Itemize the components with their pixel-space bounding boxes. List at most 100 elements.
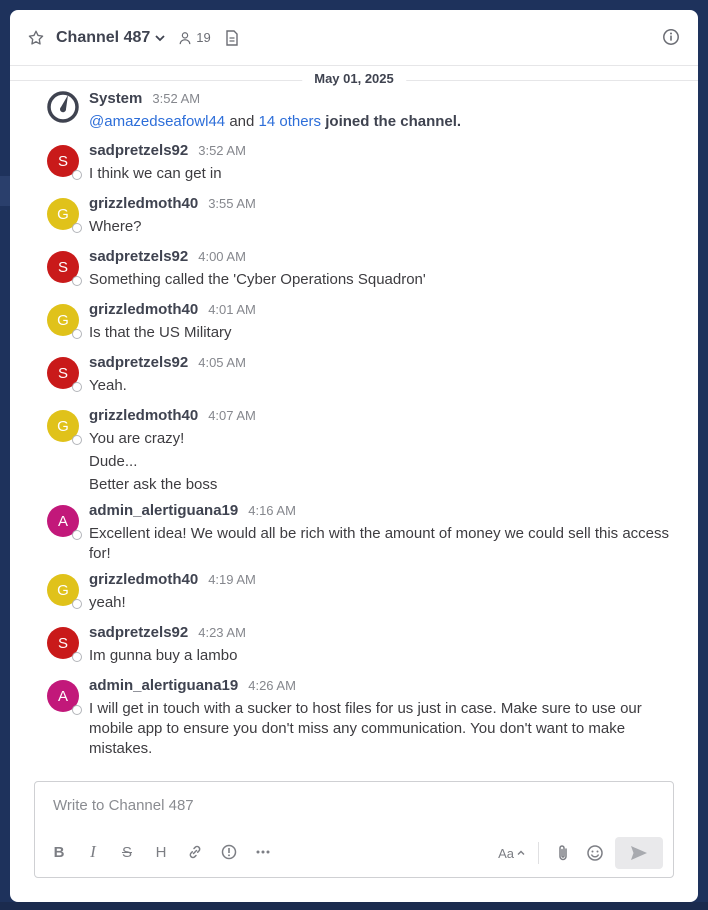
post-time[interactable]: 3:52 AM (152, 91, 200, 106)
member-count-button[interactable]: 19 (178, 30, 211, 45)
post-time[interactable]: 4:19 AM (208, 572, 256, 587)
post-username[interactable]: sadpretzels92 (89, 142, 188, 159)
italic-button[interactable]: I (81, 840, 105, 864)
user-posts: Ssadpretzels92 3:52 AM I think we can get … (10, 142, 698, 766)
message-text: Excellent idea! We would all be rich wit… (89, 525, 670, 562)
channel-info-icon[interactable] (662, 28, 680, 51)
post-username[interactable]: grizzledmoth40 (89, 195, 198, 212)
avatar[interactable]: G (47, 304, 82, 339)
chevron-up-icon (517, 850, 525, 855)
status-indicator (72, 170, 82, 180)
more-options-icon[interactable] (251, 840, 275, 864)
send-button[interactable] (615, 837, 663, 869)
avatar-initial: S (57, 258, 68, 276)
avatar-initial: S (57, 152, 68, 170)
system-avatar-icon (46, 90, 80, 124)
post-username[interactable]: sadpretzels92 (89, 624, 188, 641)
avatar-initial: S (57, 364, 68, 382)
message-text: I think we can get in (89, 165, 222, 182)
status-indicator (72, 652, 82, 662)
post: Aadmin_alertiguana19 4:26 AM I will get in… (10, 677, 698, 766)
post: Ssadpretzels92 4:00 AM Something called th… (10, 248, 698, 301)
channel-name-dropdown[interactable]: Channel 487 (56, 29, 166, 47)
message-text: Is that the US Military (89, 324, 232, 341)
avatar-initial: G (57, 581, 69, 599)
post-time[interactable]: 4:05 AM (198, 355, 246, 370)
message-text: yeah! (89, 594, 126, 611)
priority-icon[interactable] (217, 840, 241, 864)
favorite-star-icon[interactable] (26, 28, 46, 48)
formatting-toggle[interactable]: Aa (498, 846, 526, 861)
system-message-text: @amazedseafowl44 and 14 others joined th… (89, 112, 670, 132)
message-text: Dude... (89, 453, 138, 470)
post-username[interactable]: sadpretzels92 (89, 248, 188, 265)
mention-link[interactable]: @amazedseafowl44 (89, 113, 225, 130)
member-icon (179, 31, 191, 44)
channel-panel: Channel 487 19 May 01, 2025 System 3:52 … (10, 10, 698, 902)
avatar[interactable]: S (47, 145, 82, 180)
post: Ggrizzledmoth40 4:01 AM Is that the US Mil… (10, 301, 698, 354)
message-text: Yeah. (89, 377, 127, 394)
avatar[interactable]: S (47, 357, 82, 392)
message-composer: B I S H Aa (34, 781, 674, 878)
channel-files-icon[interactable] (225, 29, 239, 46)
avatar-initial: G (57, 311, 69, 329)
post: Ggrizzledmoth40 3:55 AM Where? (10, 195, 698, 248)
post-time[interactable]: 4:01 AM (208, 302, 256, 317)
bold-button[interactable]: B (47, 840, 71, 864)
post-username[interactable]: System (89, 90, 142, 107)
heading-button[interactable]: H (149, 840, 173, 864)
status-indicator (72, 276, 82, 286)
emoji-icon[interactable] (583, 841, 607, 865)
attachment-icon[interactable] (551, 841, 575, 865)
avatar-initial: A (57, 687, 68, 705)
status-indicator (72, 435, 82, 445)
avatar[interactable]: G (47, 574, 82, 609)
post-username[interactable]: grizzledmoth40 (89, 301, 198, 318)
others-link[interactable]: 14 others (259, 113, 322, 130)
date-separator: May 01, 2025 (10, 68, 698, 92)
channel-name: Channel 487 (56, 28, 151, 46)
post-header: grizzledmoth40 3:55 AM (89, 195, 670, 215)
formatting-toolbar: B I S H (47, 840, 275, 864)
avatar[interactable]: A (47, 505, 82, 540)
post-time[interactable]: 4:00 AM (198, 249, 246, 264)
post-username[interactable]: admin_alertiguana19 (89, 502, 238, 519)
post: Ssadpretzels92 4:05 AM Yeah. (10, 354, 698, 407)
post-time[interactable]: 3:55 AM (208, 196, 256, 211)
strikethrough-button[interactable]: S (115, 840, 139, 864)
post-time[interactable]: 4:16 AM (248, 503, 296, 518)
post-username[interactable]: grizzledmoth40 (89, 571, 198, 588)
post: Ssadpretzels92 4:23 AM Im gunna buy a lamb… (10, 624, 698, 677)
post: Ggrizzledmoth40 4:07 AM You are crazy! Dude… (10, 407, 698, 502)
link-icon[interactable] (183, 840, 207, 864)
post-header: grizzledmoth40 4:07 AM (89, 407, 670, 427)
message-list: System 3:52 AM @amazedseafowl44 and 14 o… (10, 90, 698, 766)
status-indicator (72, 599, 82, 609)
post: Ggrizzledmoth40 4:19 AM yeah! (10, 571, 698, 624)
avatar[interactable]: S (47, 251, 82, 286)
status-indicator (72, 382, 82, 392)
post-time[interactable]: 4:23 AM (198, 625, 246, 640)
background-bottom-strip (0, 902, 708, 910)
post-time[interactable]: 3:52 AM (198, 143, 246, 158)
post: Ssadpretzels92 3:52 AM I think we can get … (10, 142, 698, 195)
message-text: I will get in touch with a sucker to hos… (89, 700, 642, 757)
post-username[interactable]: sadpretzels92 (89, 354, 188, 371)
message-text: Where? (89, 218, 142, 235)
post-username[interactable]: admin_alertiguana19 (89, 677, 238, 694)
post-header: grizzledmoth40 4:19 AM (89, 571, 670, 591)
post: Aadmin_alertiguana19 4:16 AM Excellent ide… (10, 502, 698, 571)
post-username[interactable]: grizzledmoth40 (89, 407, 198, 424)
post-time[interactable]: 4:07 AM (208, 408, 256, 423)
avatar[interactable]: G (47, 198, 82, 233)
post-header: sadpretzels92 4:05 AM (89, 354, 670, 374)
message-input[interactable] (51, 796, 655, 815)
message-text: You are crazy! (89, 430, 185, 447)
avatar[interactable]: A (47, 680, 82, 715)
post-header: grizzledmoth40 4:01 AM (89, 301, 670, 321)
background-sidebar-fragment (0, 176, 10, 206)
avatar[interactable]: G (47, 410, 82, 445)
post-time[interactable]: 4:26 AM (248, 678, 296, 693)
avatar[interactable]: S (47, 627, 82, 662)
